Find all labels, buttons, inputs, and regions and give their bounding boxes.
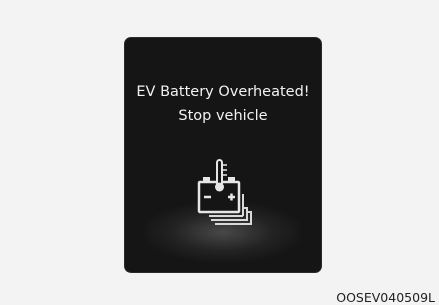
battery-overheat-icon bbox=[197, 159, 252, 225]
image-code: OOSEV040509L bbox=[336, 290, 435, 305]
cluster-display: EV Battery Overheated! Stop vehicle bbox=[125, 38, 321, 272]
figure: EV Battery Overheated! Stop vehicle OOSE… bbox=[0, 0, 439, 305]
warning-instruction: Stop vehicle bbox=[178, 108, 268, 124]
warning-title: EV Battery Overheated! bbox=[136, 84, 310, 100]
